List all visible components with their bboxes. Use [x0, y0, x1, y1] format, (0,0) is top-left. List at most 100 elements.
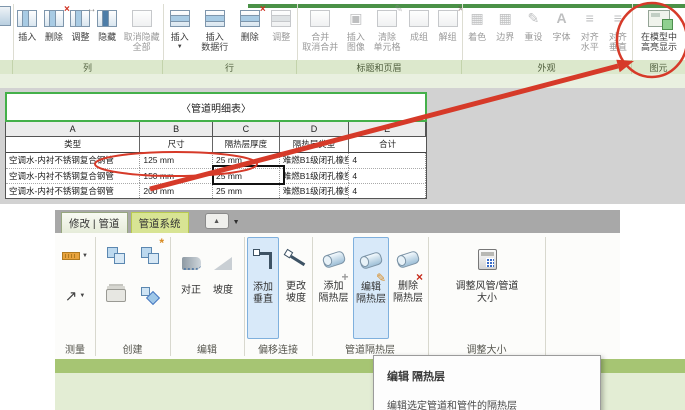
resize-column-button[interactable]: ↔ 调整: [70, 4, 96, 42]
header-cell[interactable]: 隔热层厚度: [213, 137, 280, 152]
revit-screenshot: 插入 × 删除 ↔ 调整 隐藏 取消隐藏 全部 插入 ▼ 插入 数据行 × 删除…: [0, 0, 685, 410]
highlight-in-model-button[interactable]: 在模型中 高亮显示: [641, 6, 677, 52]
panel-label-edit: 编辑: [197, 345, 217, 356]
cell-type[interactable]: 空调水-内衬不锈钢复合钢管: [6, 168, 141, 183]
create-assembly-button[interactable]: [134, 279, 166, 311]
unhide-all-button[interactable]: 取消隐藏 全部: [124, 6, 160, 52]
hide-column-icon: [97, 9, 118, 27]
column-letter[interactable]: C: [213, 122, 280, 136]
dropdown-caret-icon: ▼: [79, 293, 86, 299]
dropdown-caret-icon: ▼: [82, 253, 88, 259]
tab-pipe-systems[interactable]: 管道系统: [130, 212, 189, 233]
cell-insulation-type[interactable]: 难燃B1级闭孔橡塑: [279, 183, 350, 198]
create-similar-button[interactable]: *: [134, 237, 166, 271]
remove-insulation-button[interactable]: × 删除 隔热层: [391, 237, 425, 304]
cell-size[interactable]: 150 mm: [140, 168, 213, 183]
panel-label-columns: 列: [13, 60, 163, 74]
ribbon-group-appearance: ▦ 着色 ▦ 边界 ✎ 重设 A 字体 ≡ 对齐 水平 ≡ 对齐 垂直: [463, 2, 632, 60]
column-letter[interactable]: A: [6, 122, 141, 136]
align-vertical-icon: ≡: [613, 10, 622, 26]
merge-unmerge-button[interactable]: 合并 取消合并: [302, 6, 338, 52]
schedule-title-cell[interactable]: 〈管道明细表〉: [5, 92, 427, 122]
resize-row-button[interactable]: 调整: [271, 6, 292, 42]
header-cell[interactable]: 尺寸: [140, 137, 213, 152]
resize-row-icon: [271, 9, 292, 27]
align-vertical-button[interactable]: ≡ 对齐 垂直: [609, 6, 627, 52]
ribbon-group-columns: 插入 × 删除 ↔ 调整 隐藏 取消隐藏 全部: [14, 2, 163, 60]
cell-count[interactable]: 4: [349, 168, 426, 183]
aligned-dimension-icon: ↗: [64, 287, 78, 305]
cell-size[interactable]: 125 mm: [140, 153, 213, 168]
insert-image-button[interactable]: ▣ 插入 图像: [347, 6, 365, 52]
group-button[interactable]: 成组: [409, 6, 430, 42]
column-letter[interactable]: E: [349, 122, 426, 136]
panel-label-titles-headers: 标题和页眉: [297, 60, 462, 74]
add-insulation-icon: [321, 249, 346, 269]
measure-button[interactable]: ▼: [57, 241, 93, 271]
modify-tab-bar: 修改 | 管道 管道系统 ▲ ▼: [55, 210, 620, 233]
column-letter[interactable]: B: [140, 122, 213, 136]
collapse-icon: ▲: [213, 217, 221, 225]
group-measure: ▼ ↗ ▼ 测量: [55, 233, 95, 359]
clear-cell-button[interactable]: ✎ 清除 单元格: [373, 4, 403, 52]
ribbon-group-rows: 插入 ▼ 插入 数据行 × 删除 调整: [164, 2, 297, 60]
create-parts-button[interactable]: [100, 279, 132, 311]
group-resize: 调整风管/管道 大小 调整大小: [428, 233, 545, 359]
borders-icon: ▦: [498, 10, 512, 26]
panel-label-element: 图元: [649, 62, 668, 73]
justify-icon: [181, 256, 201, 270]
insert-column-button[interactable]: 插入: [17, 6, 38, 42]
cell-insulation-thickness[interactable]: 25 mm: [213, 183, 280, 198]
resize-duct-pipe-button[interactable]: 调整风管/管道 大小: [446, 237, 528, 304]
dropdown-caret-icon: ▼: [176, 44, 183, 50]
remove-insulation-icon: [395, 249, 421, 269]
font-icon: A: [556, 10, 567, 26]
cell-type[interactable]: 空调水-内衬不锈钢复合钢管: [6, 153, 141, 168]
create-group-button[interactable]: [100, 239, 132, 271]
hide-column-button[interactable]: 隐藏: [97, 6, 118, 42]
tooltip-description: 编辑选定管道和管件的隔热层: [387, 401, 517, 410]
ribbon-lower-band: [0, 74, 685, 88]
dimension-button[interactable]: ↗ ▼: [57, 281, 93, 311]
ribbon-group-titles-headers: 合并 取消合并 ▣ 插入 图像 ✎ 清除 单元格 成组 × 解组: [298, 2, 464, 60]
panel-options-caret-icon[interactable]: ▼: [233, 219, 240, 226]
create-similar-icon: [141, 246, 159, 264]
edit-insulation-button[interactable]: ✎ 编辑 隔热层: [353, 237, 389, 339]
shading-button[interactable]: ▦ 着色: [468, 6, 486, 42]
insert-data-row-icon: [204, 9, 225, 27]
cell-count[interactable]: 4: [349, 153, 426, 168]
insert-data-row-button[interactable]: 插入 数据行: [201, 6, 228, 52]
reset-button[interactable]: ✎ 重设: [524, 6, 542, 42]
tab-modify-pipes[interactable]: 修改 | 管道: [61, 212, 128, 233]
borders-button[interactable]: ▦ 边界: [496, 6, 514, 42]
add-insulation-button[interactable]: + 添加 隔热层: [316, 237, 351, 304]
cell-count[interactable]: 4: [349, 183, 426, 198]
delete-row-button[interactable]: × 删除: [239, 4, 266, 42]
header-row: 类型 尺寸 隔热层厚度 隔热层类型 合计: [6, 137, 426, 153]
delete-column-button[interactable]: × 删除: [43, 4, 70, 42]
cell-type[interactable]: 空调水-内衬不锈钢复合钢管: [6, 183, 141, 198]
change-slope-icon: [286, 252, 306, 266]
font-button[interactable]: A 字体: [553, 6, 571, 42]
ungroup-button[interactable]: × 解组: [437, 4, 464, 42]
header-cell[interactable]: 合计: [349, 137, 426, 152]
slope-button[interactable]: 坡度: [208, 241, 238, 297]
align-horizontal-button[interactable]: ≡ 对齐 水平: [581, 6, 599, 52]
justify-button[interactable]: 对正: [176, 241, 206, 297]
add-vertical-button[interactable]: 添加 垂直: [247, 237, 279, 339]
add-vertical-icon: [252, 248, 272, 269]
cell-insulation-type[interactable]: 难燃B1级闭孔橡塑: [279, 168, 350, 183]
table-row: 空调水-内衬不锈钢复合钢管 200 mm 25 mm 难燃B1级闭孔橡塑 4: [6, 183, 426, 198]
create-assembly-icon: [141, 286, 159, 304]
cell-insulation-type[interactable]: 难燃B1级闭孔橡塑: [280, 153, 350, 168]
panel-collapse-button[interactable]: ▲: [204, 213, 229, 229]
change-slope-button[interactable]: 更改 坡度: [281, 237, 311, 304]
create-parts-icon: [106, 288, 126, 302]
insert-row-button[interactable]: 插入 ▼: [169, 6, 190, 52]
header-cell[interactable]: 隔热层类型: [280, 137, 350, 152]
cell-size[interactable]: 200 mm: [140, 183, 213, 198]
header-cell[interactable]: 类型: [6, 137, 141, 152]
panel-label-resize: 调整大小: [466, 345, 507, 356]
column-letter[interactable]: D: [280, 122, 350, 136]
highlight-in-model-icon: [647, 9, 673, 30]
